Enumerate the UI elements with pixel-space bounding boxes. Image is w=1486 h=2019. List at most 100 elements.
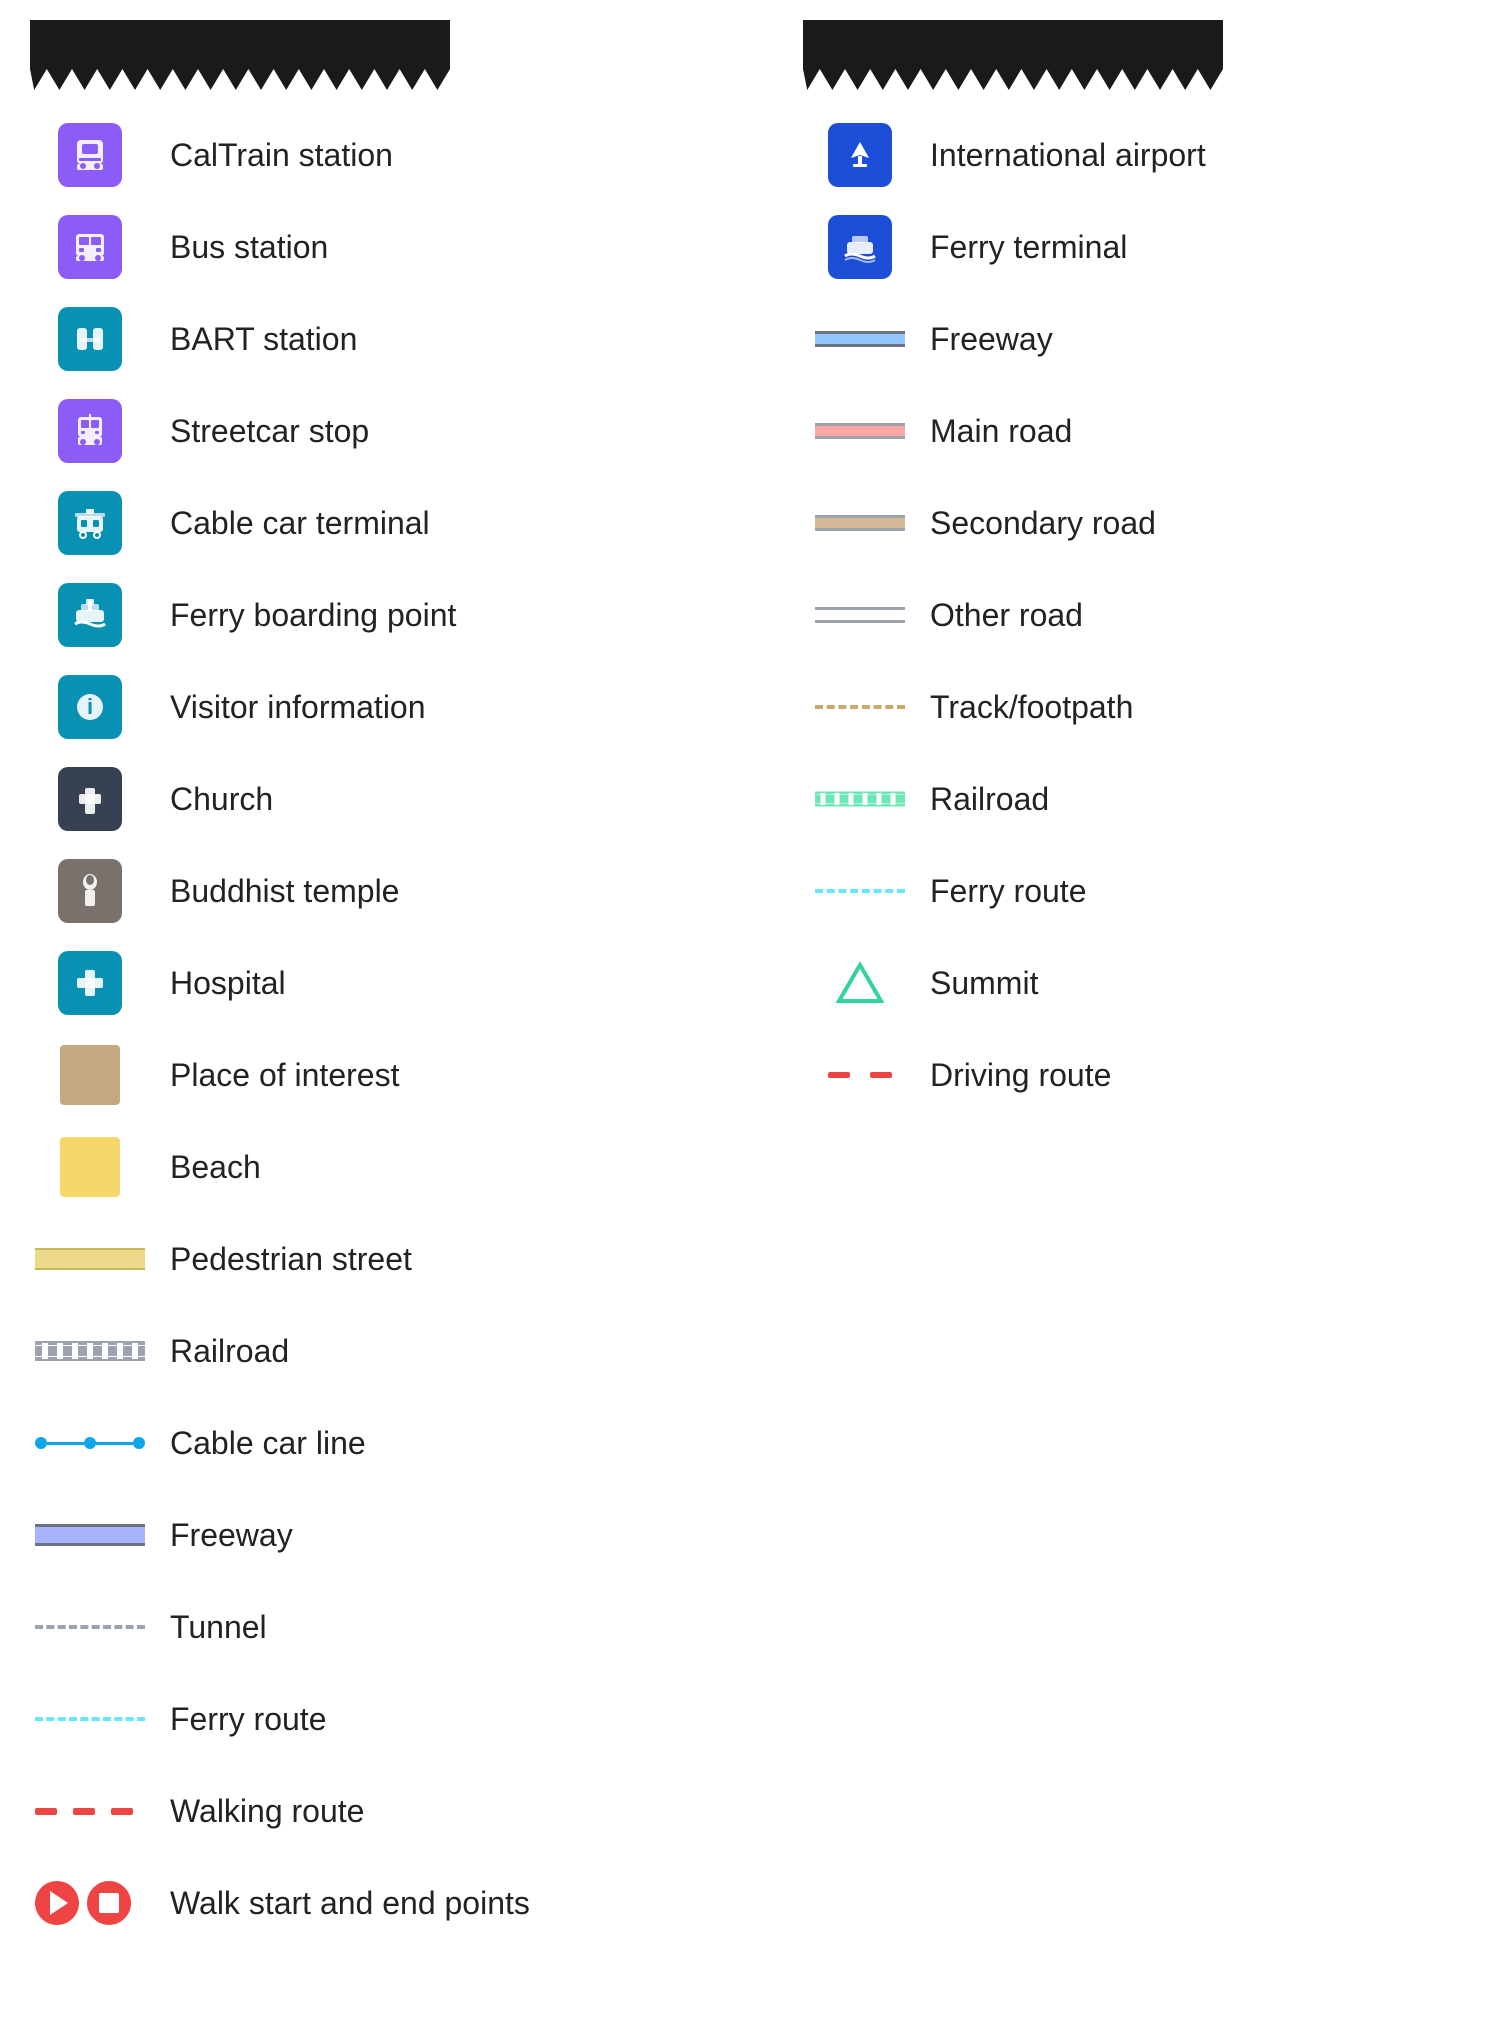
railroad-l-label: Railroad	[170, 1333, 289, 1370]
railroad-l-icon-area	[30, 1339, 150, 1363]
driving-label: Driving route	[930, 1057, 1111, 1094]
list-item: Driving route	[810, 1040, 1486, 1110]
secondary-road-icon-area	[810, 515, 910, 531]
play-button-icon	[35, 1881, 79, 1925]
svg-text:i: i	[87, 694, 93, 719]
secondary-road-label: Secondary road	[930, 505, 1156, 542]
church-icon-area	[30, 767, 150, 831]
poi-icon	[60, 1045, 120, 1105]
freeway-r-icon-area	[810, 331, 910, 347]
pedestrian-label: Pedestrian street	[170, 1241, 412, 1278]
walking-icon-area	[30, 1808, 150, 1815]
list-item: Tunnel	[30, 1592, 750, 1662]
secondary-road-icon	[810, 515, 910, 531]
walking-label: Walking route	[170, 1793, 364, 1830]
freeway-l-icon-area	[30, 1524, 150, 1546]
list-item: Buddhist temple	[30, 856, 750, 926]
track-icon	[810, 705, 910, 709]
airport-icon-area	[810, 123, 910, 187]
bart-icon	[58, 307, 122, 371]
list-item: i Visitor information	[30, 672, 750, 742]
list-item: Cable car line	[30, 1408, 750, 1478]
summit-icon	[810, 961, 910, 1005]
summit-icon-area	[810, 961, 910, 1005]
list-item: Ferry terminal	[810, 212, 1486, 282]
list-item: Walking route	[30, 1776, 750, 1846]
tunnel-icon	[35, 1625, 145, 1629]
main-road-label: Main road	[930, 413, 1072, 450]
summit-label: Summit	[930, 965, 1038, 1002]
buddhist-icon-area	[30, 859, 150, 923]
bart-icon-area	[30, 307, 150, 371]
airport-label: International airport	[930, 137, 1206, 174]
cablecar-line-label: Cable car line	[170, 1425, 366, 1462]
other-road-icon-area	[810, 607, 910, 623]
poi-icon-area	[30, 1045, 150, 1105]
ferry-boarding-icon	[58, 583, 122, 647]
list-item: CalTrain station	[30, 120, 750, 190]
beach-label: Beach	[170, 1149, 261, 1186]
streetcar-label: Streetcar stop	[170, 413, 369, 450]
list-item: Walk start and end points	[30, 1868, 750, 1938]
hospital-label: Hospital	[170, 965, 286, 1002]
list-item: BART station	[30, 304, 750, 374]
stop-button-icon	[87, 1881, 131, 1925]
tunnel-label: Tunnel	[170, 1609, 267, 1646]
church-icon	[58, 767, 122, 831]
list-item: Place of interest	[30, 1040, 750, 1110]
ferry-r-label: Ferry route	[930, 873, 1086, 910]
list-item: Railroad	[810, 764, 1486, 834]
caltrain-icon-area	[30, 123, 150, 187]
cablecar-icon-area	[30, 491, 150, 555]
ferry-boarding-label: Ferry boarding point	[170, 597, 456, 634]
visitor-label: Visitor information	[170, 689, 426, 726]
hospital-icon-area	[30, 951, 150, 1015]
list-item: Hospital	[30, 948, 750, 1018]
freeway-r-label: Freeway	[930, 321, 1053, 358]
cablecar-line-icon	[35, 1437, 145, 1449]
tunnel-icon-area	[30, 1625, 150, 1629]
main-road-icon-area	[810, 423, 910, 439]
ferry-l-icon	[35, 1717, 145, 1721]
caltrain-label: CalTrain station	[170, 137, 393, 174]
visitor-icon: i	[58, 675, 122, 739]
railroad-l-icon	[35, 1339, 145, 1363]
legend-container: CalTrain station	[0, 120, 1486, 1960]
list-item: Pedestrian street	[30, 1224, 750, 1294]
list-item: Cable car terminal	[30, 488, 750, 558]
poi-label: Place of interest	[170, 1057, 399, 1094]
hospital-icon	[58, 951, 122, 1015]
page-wrapper: CalTrain station	[0, 0, 1486, 2000]
ferry-terminal-icon-area	[810, 215, 910, 279]
list-item: Streetcar stop	[30, 396, 750, 466]
caltrain-icon	[58, 123, 122, 187]
ferry-terminal-icon	[828, 215, 892, 279]
cablecar-icon	[58, 491, 122, 555]
left-banner	[30, 20, 450, 90]
streetcar-icon-area	[30, 399, 150, 463]
bus-icon-area	[30, 215, 150, 279]
cablecar-label: Cable car terminal	[170, 505, 430, 542]
main-road-icon	[810, 423, 910, 439]
railroad-r-label: Railroad	[930, 781, 1049, 818]
ferry-boarding-icon-area	[30, 583, 150, 647]
airport-icon	[828, 123, 892, 187]
railroad-r-icon	[815, 789, 905, 809]
left-column: CalTrain station	[30, 120, 750, 1960]
walk-points-label: Walk start and end points	[170, 1885, 530, 1922]
track-icon-area	[810, 705, 910, 709]
ferry-terminal-label: Ferry terminal	[930, 229, 1127, 266]
cablecar-line-icon-area	[30, 1437, 150, 1449]
list-item: Bus station	[30, 212, 750, 282]
railroad-r-icon-area	[810, 789, 910, 809]
bus-icon	[58, 215, 122, 279]
ferry-l-icon-area	[30, 1717, 150, 1721]
track-label: Track/footpath	[930, 689, 1133, 726]
bus-label: Bus station	[170, 229, 328, 266]
other-road-label: Other road	[930, 597, 1083, 634]
list-item: Summit	[810, 948, 1486, 1018]
freeway-r-icon	[810, 331, 910, 347]
list-item: Freeway	[810, 304, 1486, 374]
ferry-r-icon-area	[810, 889, 910, 893]
list-item: Railroad	[30, 1316, 750, 1386]
